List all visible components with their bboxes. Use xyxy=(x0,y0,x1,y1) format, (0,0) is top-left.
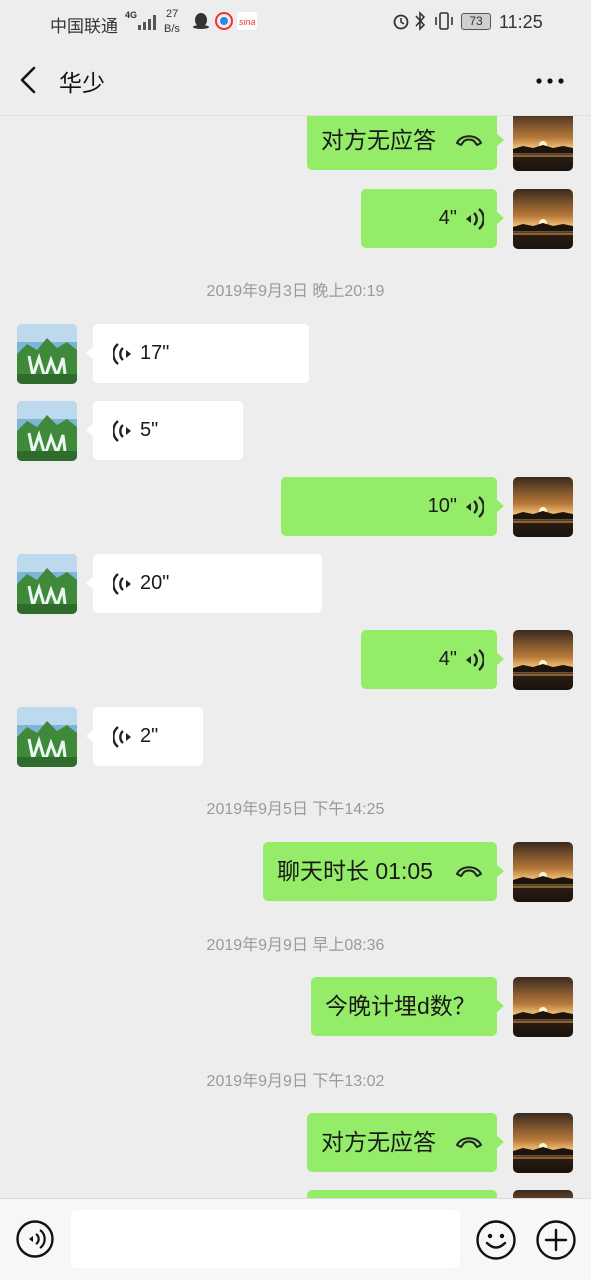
voice-message-bubble[interactable]: 4" xyxy=(361,630,504,689)
voice-duration: 5" xyxy=(140,419,159,441)
carrier-label: 中国联通 xyxy=(50,17,118,36)
contact-avatar[interactable] xyxy=(17,554,77,614)
phone-hangup-icon xyxy=(454,130,484,150)
app-icon xyxy=(215,12,233,30)
my-avatar[interactable] xyxy=(513,189,573,249)
contact-avatar[interactable] xyxy=(17,401,77,461)
voice-message-bubble[interactable]: 5" xyxy=(86,401,243,460)
voice-wave-icon xyxy=(462,495,484,519)
voice-message-bubble[interactable]: 10" xyxy=(281,477,504,536)
bluetooth-icon xyxy=(415,11,426,31)
message-input[interactable] xyxy=(71,1210,460,1268)
message-text: 今晚计埋d数？ xyxy=(325,993,476,1019)
timestamp: 2019年9月9日 下午13:02 xyxy=(206,1073,385,1090)
message-bubble[interactable]: 聊天时长 01:05 xyxy=(263,842,504,901)
vibrate-icon xyxy=(435,12,453,30)
voice-message-bubble[interactable]: 4" xyxy=(361,189,504,248)
message-text: 对方无应答 xyxy=(321,127,436,153)
voice-input-icon[interactable] xyxy=(15,1219,55,1259)
voice-wave-icon xyxy=(113,572,135,596)
back-arrow-icon[interactable] xyxy=(14,64,44,96)
voice-wave-icon xyxy=(113,342,135,366)
voice-duration: 4" xyxy=(438,648,457,670)
status-bar: 中国联通 4G 27 B/s sina 73 11:25 xyxy=(0,0,591,44)
voice-duration: 10" xyxy=(427,495,457,517)
voice-wave-icon xyxy=(113,725,135,749)
voice-duration: 20" xyxy=(140,572,170,594)
voice-duration: 2" xyxy=(140,725,159,747)
my-avatar[interactable] xyxy=(513,1190,573,1198)
my-avatar[interactable] xyxy=(513,630,573,690)
voice-wave-icon xyxy=(462,207,484,231)
my-avatar[interactable] xyxy=(513,977,573,1037)
message-bubble[interactable]: 对方无应答 xyxy=(307,116,504,170)
battery-icon: 73 xyxy=(461,13,491,30)
network-type: 4G xyxy=(125,10,138,20)
contact-avatar[interactable] xyxy=(17,707,77,767)
timestamp: 2019年9月9日 早上08:36 xyxy=(206,937,385,954)
my-avatar[interactable] xyxy=(513,116,573,171)
signal-icon xyxy=(138,15,156,30)
voice-message-bubble[interactable]: 17" xyxy=(86,324,309,383)
chat-title: 华少 xyxy=(59,70,105,96)
svg-text:sina: sina xyxy=(239,17,256,27)
message-bubble[interactable]: 对方无应答 xyxy=(307,1113,504,1172)
voice-wave-icon xyxy=(462,648,484,672)
voice-duration: 17" xyxy=(140,342,170,364)
my-avatar[interactable] xyxy=(513,1113,573,1173)
chat-header: 华少 xyxy=(0,44,591,116)
phone-hangup-icon xyxy=(454,861,484,881)
my-avatar[interactable] xyxy=(513,842,573,902)
message-text: 对方无应答 xyxy=(321,1129,436,1155)
plus-icon[interactable] xyxy=(535,1219,577,1261)
message-bubble-partial[interactable] xyxy=(307,1190,497,1198)
phone-hangup-icon xyxy=(454,1132,484,1152)
message-bubble[interactable]: 今晚计埋d数？ xyxy=(311,977,504,1036)
timestamp: 2019年9月5日 下午14:25 xyxy=(206,801,385,818)
timestamp: 2019年9月3日 晚上20:19 xyxy=(206,283,385,300)
net-speed-value: 27 xyxy=(166,8,179,20)
contact-avatar[interactable] xyxy=(17,324,77,384)
voice-duration: 4" xyxy=(438,207,457,229)
voice-wave-icon xyxy=(113,419,135,443)
battery-level: 73 xyxy=(469,14,483,28)
message-text: 聊天时长 01:05 xyxy=(277,858,433,884)
emoji-icon[interactable] xyxy=(475,1219,517,1261)
alarm-icon xyxy=(393,14,409,30)
voice-message-bubble[interactable]: 2" xyxy=(86,707,203,766)
qq-icon xyxy=(193,13,209,29)
clock: 11:25 xyxy=(499,12,543,32)
net-speed-unit: B/s xyxy=(164,23,180,35)
input-bar xyxy=(0,1198,591,1280)
more-options-icon[interactable] xyxy=(533,68,567,94)
weibo-icon: sina xyxy=(237,12,257,30)
my-avatar[interactable] xyxy=(513,477,573,537)
message-list[interactable]: 对方无应答 4" 2019年9月3日 晚上20:19 17" 5" 10" 20… xyxy=(0,116,591,1198)
voice-message-bubble[interactable]: 20" xyxy=(86,554,322,613)
